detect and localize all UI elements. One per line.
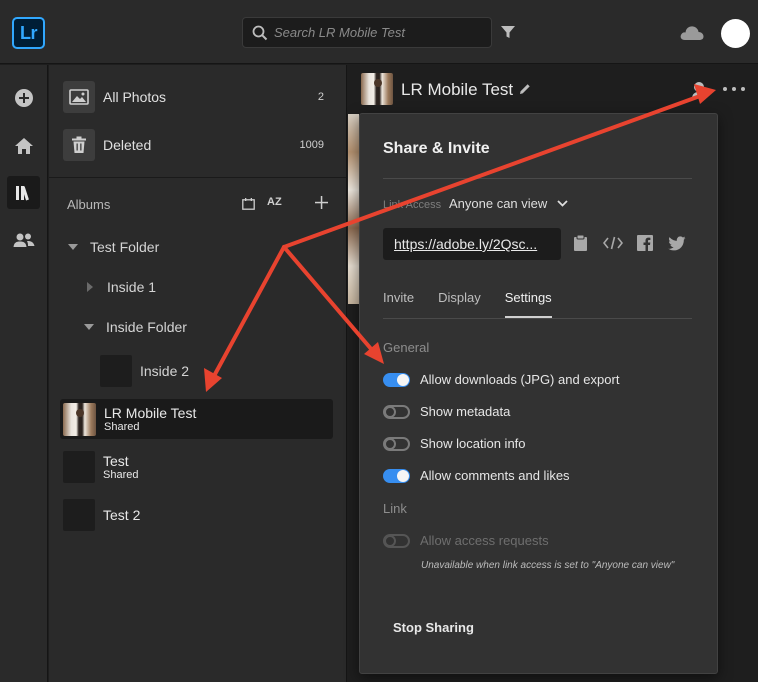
allow-comments-toggle[interactable]	[383, 468, 410, 483]
album-lr-mobile-test[interactable]: LR Mobile Test Shared	[60, 399, 333, 439]
left-rail	[0, 65, 48, 682]
cloud-icon[interactable]	[679, 23, 705, 41]
album-thumbnail	[63, 451, 95, 483]
tab-settings[interactable]: Settings	[504, 290, 552, 318]
album-cover-thumbnail	[361, 73, 393, 105]
library-button[interactable]	[7, 176, 40, 209]
chevron-down-icon	[557, 200, 568, 207]
twitter-icon[interactable]	[668, 236, 686, 251]
toggle-label: Allow access requests	[420, 533, 549, 548]
album-label: Inside 2	[140, 363, 190, 379]
stop-sharing-button[interactable]: Stop Sharing	[393, 620, 474, 635]
panel-tabs: Invite Display Settings	[383, 290, 576, 318]
general-section-label: General	[383, 340, 430, 355]
toggle-row-access-requests: Allow access requests	[383, 533, 549, 548]
toggle-row-metadata: Show metadata	[383, 404, 510, 419]
people-button[interactable]	[7, 223, 40, 256]
chevron-right-icon[interactable]	[87, 282, 93, 292]
panel-title: Share & Invite	[383, 140, 490, 157]
share-person-icon[interactable]	[691, 81, 709, 99]
album-inside-2[interactable]: Inside 2	[100, 355, 189, 387]
share-url[interactable]: https://adobe.ly/2Qsc...	[394, 236, 537, 252]
library-icon	[15, 185, 29, 200]
filter-icon[interactable]	[500, 24, 516, 40]
embed-code-icon[interactable]	[603, 236, 623, 250]
album-test-2[interactable]: Test 2	[60, 495, 333, 535]
share-invite-panel: Share & Invite Link Access Anyone can vi…	[359, 113, 718, 674]
album-thumbnail	[100, 355, 132, 387]
chevron-down-icon[interactable]	[84, 324, 94, 330]
toggle-label: Allow comments and likes	[420, 468, 570, 483]
home-button[interactable]	[7, 129, 40, 162]
calendar-sort-icon[interactable]	[242, 198, 255, 210]
toggle-label: Show metadata	[420, 404, 511, 419]
people-icon	[13, 233, 34, 247]
search-input[interactable]	[274, 18, 484, 47]
photos-icon	[63, 81, 95, 113]
add-icon	[14, 88, 33, 107]
folder-label: Inside Folder	[106, 319, 187, 335]
album-shared-status: Shared	[103, 468, 139, 481]
panel-divider	[383, 178, 692, 179]
toggle-row-comments: Allow comments and likes	[383, 468, 570, 483]
photo-grid-edge	[348, 114, 359, 304]
sort-az-button[interactable]: AZ	[267, 196, 282, 208]
show-metadata-toggle[interactable]	[383, 404, 410, 419]
album-name: Test 2	[103, 507, 141, 523]
search-box[interactable]	[242, 17, 492, 48]
sidebar: All Photos 2 Deleted 1009 Albums AZ Test…	[49, 65, 347, 682]
albums-header: Albums	[67, 197, 111, 212]
show-location-toggle[interactable]	[383, 436, 410, 451]
search-icon	[252, 25, 268, 41]
add-album-icon[interactable]	[315, 196, 328, 209]
all-photos-label: All Photos	[103, 89, 167, 105]
folder-label: Inside 1	[107, 279, 157, 295]
user-avatar[interactable]	[721, 19, 750, 48]
folder-inside-folder[interactable]: Inside Folder	[84, 319, 187, 335]
album-name: Test	[103, 452, 129, 469]
link-access-value: Anyone can view	[449, 196, 548, 211]
add-button[interactable]	[7, 81, 40, 114]
album-name: LR Mobile Test	[104, 404, 197, 421]
album-title: LR Mobile Test	[401, 80, 514, 99]
link-access-label: Link Access	[383, 199, 442, 211]
folder-test-folder[interactable]: Test Folder	[68, 239, 159, 255]
trash-icon	[63, 129, 95, 161]
deleted-label: Deleted	[103, 137, 152, 153]
album-test[interactable]: Test Shared	[60, 447, 333, 487]
deleted-count: 1009	[299, 139, 324, 151]
deleted-item[interactable]: Deleted 1009	[63, 129, 332, 161]
facebook-icon[interactable]	[637, 235, 653, 251]
all-photos-item[interactable]: All Photos 2	[63, 81, 332, 113]
app-logo[interactable]: Lr	[12, 17, 45, 49]
toggle-row-location: Show location info	[383, 436, 526, 451]
toggle-row-downloads: Allow downloads (JPG) and export	[383, 372, 619, 387]
access-requests-note: Unavailable when link access is set to "…	[421, 560, 675, 571]
album-thumbnail	[63, 402, 96, 436]
all-photos-count: 2	[317, 91, 324, 103]
toggle-label: Allow downloads (JPG) and export	[420, 372, 620, 387]
pencil-icon[interactable]	[519, 83, 531, 95]
more-options-icon[interactable]	[723, 81, 745, 97]
allow-downloads-toggle[interactable]	[383, 372, 410, 387]
tab-display[interactable]: Display	[438, 290, 481, 318]
copy-icon[interactable]	[573, 234, 588, 252]
toggle-label: Show location info	[420, 436, 526, 451]
chevron-down-icon[interactable]	[68, 244, 78, 250]
sidebar-divider	[49, 177, 346, 178]
album-shared-status: Shared	[104, 420, 140, 433]
home-icon	[14, 137, 33, 154]
allow-access-requests-toggle[interactable]	[383, 533, 410, 548]
top-bar: Lr	[0, 0, 758, 64]
link-section-label: Link	[383, 501, 407, 516]
tabs-divider	[383, 318, 692, 319]
link-access-dropdown[interactable]: Anyone can view	[449, 196, 568, 211]
album-thumbnail	[63, 499, 95, 531]
folder-label: Test Folder	[90, 239, 160, 255]
share-url-field[interactable]: https://adobe.ly/2Qsc...	[383, 228, 561, 260]
tab-invite[interactable]: Invite	[383, 290, 414, 318]
folder-inside-1[interactable]: Inside 1	[87, 279, 156, 295]
